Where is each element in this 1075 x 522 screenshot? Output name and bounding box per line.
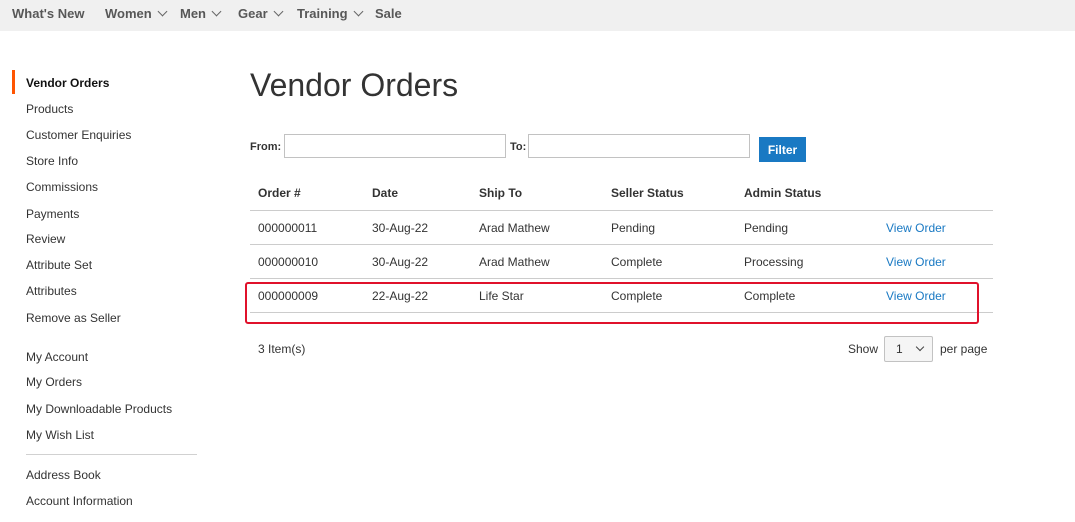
sidebar-item-my-orders[interactable]: My Orders xyxy=(26,375,82,389)
chevron-down-icon xyxy=(273,6,284,17)
seller-status: Complete xyxy=(611,255,663,269)
sidebar-item-my-downloadable-products[interactable]: My Downloadable Products xyxy=(26,402,172,416)
column-header-order: Order # xyxy=(258,186,301,200)
sidebar-active-indicator xyxy=(12,70,15,94)
nav-item-whats-new[interactable]: What's New xyxy=(12,6,84,21)
sidebar-item-payments[interactable]: Payments xyxy=(26,207,79,221)
chevron-down-icon xyxy=(211,6,222,17)
sidebar-item-review[interactable]: Review xyxy=(26,232,65,246)
order-number: 000000011 xyxy=(258,221,318,235)
ship-to: Arad Mathew xyxy=(479,255,550,269)
page-title: Vendor Orders xyxy=(250,67,459,103)
top-navigation: What's New Women Men Gear Training Sale xyxy=(0,0,1075,31)
sidebar-item-attributes[interactable]: Attributes xyxy=(26,284,77,298)
sidebar-item-remove-as-seller[interactable]: Remove as Seller xyxy=(26,311,121,325)
sidebar-item-products[interactable]: Products xyxy=(26,102,73,116)
nav-item-gear[interactable]: Gear xyxy=(238,6,284,21)
sidebar-item-account-information[interactable]: Account Information xyxy=(26,494,133,508)
seller-status: Pending xyxy=(611,221,656,235)
table-divider xyxy=(250,244,993,245)
column-header-ship-to: Ship To xyxy=(479,186,523,200)
per-page-label: per page xyxy=(940,342,988,356)
view-order-link[interactable]: View Order xyxy=(886,221,946,235)
sidebar-divider xyxy=(26,454,197,455)
sidebar-item-address-book[interactable]: Address Book xyxy=(26,468,101,482)
sidebar-item-my-account[interactable]: My Account xyxy=(26,350,88,364)
admin-status: Pending xyxy=(744,221,789,235)
sidebar-item-attribute-set[interactable]: Attribute Set xyxy=(26,258,92,272)
column-header-admin-status: Admin Status xyxy=(744,186,822,200)
to-date-input[interactable] xyxy=(528,134,750,158)
table-divider xyxy=(250,210,993,211)
show-label: Show xyxy=(848,342,879,356)
chevron-down-icon xyxy=(915,342,925,352)
order-date: 30-Aug-22 xyxy=(372,255,429,269)
sidebar-item-customer-enquiries[interactable]: Customer Enquiries xyxy=(26,128,131,142)
chevron-down-icon xyxy=(157,6,168,17)
per-page-value: 1 xyxy=(896,342,903,356)
view-order-link[interactable]: View Order xyxy=(886,255,946,269)
admin-status: Processing xyxy=(744,255,804,269)
column-header-seller-status: Seller Status xyxy=(611,186,684,200)
nav-item-women[interactable]: Women xyxy=(105,6,168,21)
sidebar-item-vendor-orders[interactable]: Vendor Orders xyxy=(26,76,109,90)
nav-item-sale[interactable]: Sale xyxy=(375,6,402,21)
to-label: To: xyxy=(510,141,527,153)
nav-item-training[interactable]: Training xyxy=(297,6,364,21)
row-highlight-annotation xyxy=(245,282,979,324)
per-page-select[interactable]: 1 xyxy=(884,336,933,362)
items-count: 3 Item(s) xyxy=(258,342,306,356)
order-date: 30-Aug-22 xyxy=(372,221,429,235)
sidebar-item-store-info[interactable]: Store Info xyxy=(26,154,78,168)
nav-item-men[interactable]: Men xyxy=(180,6,222,21)
sidebar-item-commissions[interactable]: Commissions xyxy=(26,180,98,194)
sidebar-item-my-wish-list[interactable]: My Wish List xyxy=(26,428,94,442)
table-divider xyxy=(250,278,993,279)
ship-to: Arad Mathew xyxy=(479,221,550,235)
from-label: From: xyxy=(250,141,282,153)
filter-button[interactable]: Filter xyxy=(759,137,806,162)
order-number: 000000010 xyxy=(258,255,319,269)
from-date-input[interactable] xyxy=(284,134,506,158)
chevron-down-icon xyxy=(353,6,364,17)
column-header-date: Date xyxy=(372,186,399,200)
